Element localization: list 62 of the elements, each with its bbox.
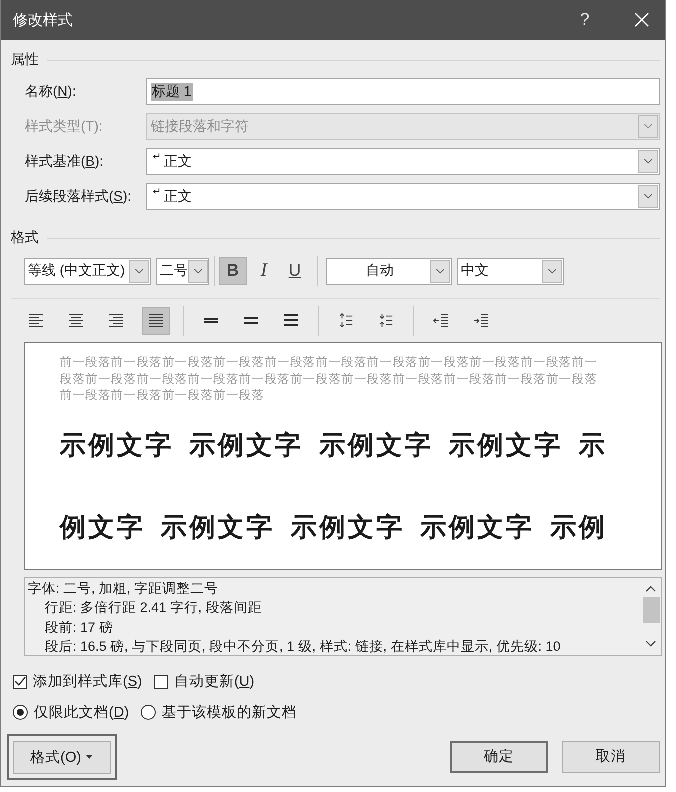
description-line: 段前: 17 磅 [44,618,114,636]
checkbox-label[interactable]: 自动更新(U) [174,672,255,691]
increase-spacing-icon [338,313,354,328]
decrease-indent-icon [433,313,449,328]
description-line: 行距: 多倍行距 2.41 字行, 段落间距 [44,599,263,617]
caret-icon [86,755,94,759]
font-dropdown[interactable]: 等线 (中文正文) [24,258,151,284]
bold-button[interactable]: B [219,257,247,285]
radio-label[interactable]: 仅限此文档(D) [34,703,130,722]
checkbox-label[interactable]: 添加到样式库(S) [33,672,142,691]
underline-button[interactable]: U [281,257,309,285]
script-dropdown[interactable]: 中文 [457,258,564,284]
field-label: 样式基准(B): [24,152,105,170]
scroll-up-icon[interactable] [646,586,656,592]
justify-button[interactable] [142,306,170,334]
group-heading: 格式 [11,229,39,247]
scroll-down-icon[interactable] [646,640,656,646]
cancel-button[interactable]: 取消 [562,740,660,772]
chevron-down-icon [644,159,652,164]
help-button[interactable]: ? [565,0,605,40]
radio-label[interactable]: 基于该模板的新文档 [162,703,298,722]
font-color-dropdown[interactable]: 自动 [326,258,452,284]
chevron-down-icon [194,268,202,274]
description-line: 段后: 16.5 磅, 与下段同页, 段中不分页, 1 级, 样式: 链接, 在样式库中显示, 优先级: 10 [44,638,562,656]
double-spacing-icon [283,313,299,328]
close-icon [635,13,649,27]
ok-button[interactable]: 确定 [450,740,548,772]
align-left-icon [28,313,44,328]
field-label: 后续段落样式(S): [24,188,133,206]
field-label: 样式类型(T): [24,118,104,136]
increase-indent-icon [473,313,489,328]
align-right-icon [108,313,124,328]
chevron-down-icon [644,194,652,199]
window-title: 修改样式 [13,10,74,30]
radio-button[interactable] [13,705,28,720]
align-center-icon [68,313,84,328]
italic-button[interactable]: I [250,257,278,285]
paragraph-mark: ↵ [153,152,161,164]
paragraph-mark: ↵ [153,187,161,199]
font-size-dropdown[interactable]: 二号 [156,258,209,284]
group-heading: 属性 [11,51,39,69]
justify-icon [148,313,164,328]
style-dropdown[interactable]: ↵ 正文 [146,183,660,210]
format-menu-button[interactable]: 格式(O) [13,740,111,774]
sample-text: 示例文字 示例文字 示例文字 示例文字 示例文字 示例文字 示例文字 示例文字 示例 [60,428,608,544]
checkbox[interactable] [154,674,168,688]
previous-paragraph-text: 前一段落前一段落前一段落前一段落前一段落前一段落前一段落前一段落前一段落前一段落前一段落前一段落前一段落前一段落前一段落前一段落前一段落前一段落前一段落前一段落前一段落前一段落前一段落前一段落前一段落 [60,354,599,404]
chevron-down-icon [644,124,652,129]
chevron-down-icon [548,268,556,274]
chevron-down-icon [134,268,144,274]
decrease-spacing-icon [378,313,394,328]
chevron-down-icon [436,268,444,274]
radio-dot-icon [17,709,24,716]
field-label: 名称(N): [24,82,78,100]
name-field[interactable]: 标题 1 [146,78,660,105]
checkbox[interactable] [13,674,27,688]
checkmark-icon [14,677,26,686]
selected-text: 标题 1 [151,82,193,100]
style-dropdown[interactable]: ↵ 正文 [146,148,660,175]
scrollbar-thumb[interactable] [642,596,660,622]
description-line: 字体: 二号, 加粗, 字距调整二号 [28,580,220,598]
radio-button[interactable] [141,705,156,720]
